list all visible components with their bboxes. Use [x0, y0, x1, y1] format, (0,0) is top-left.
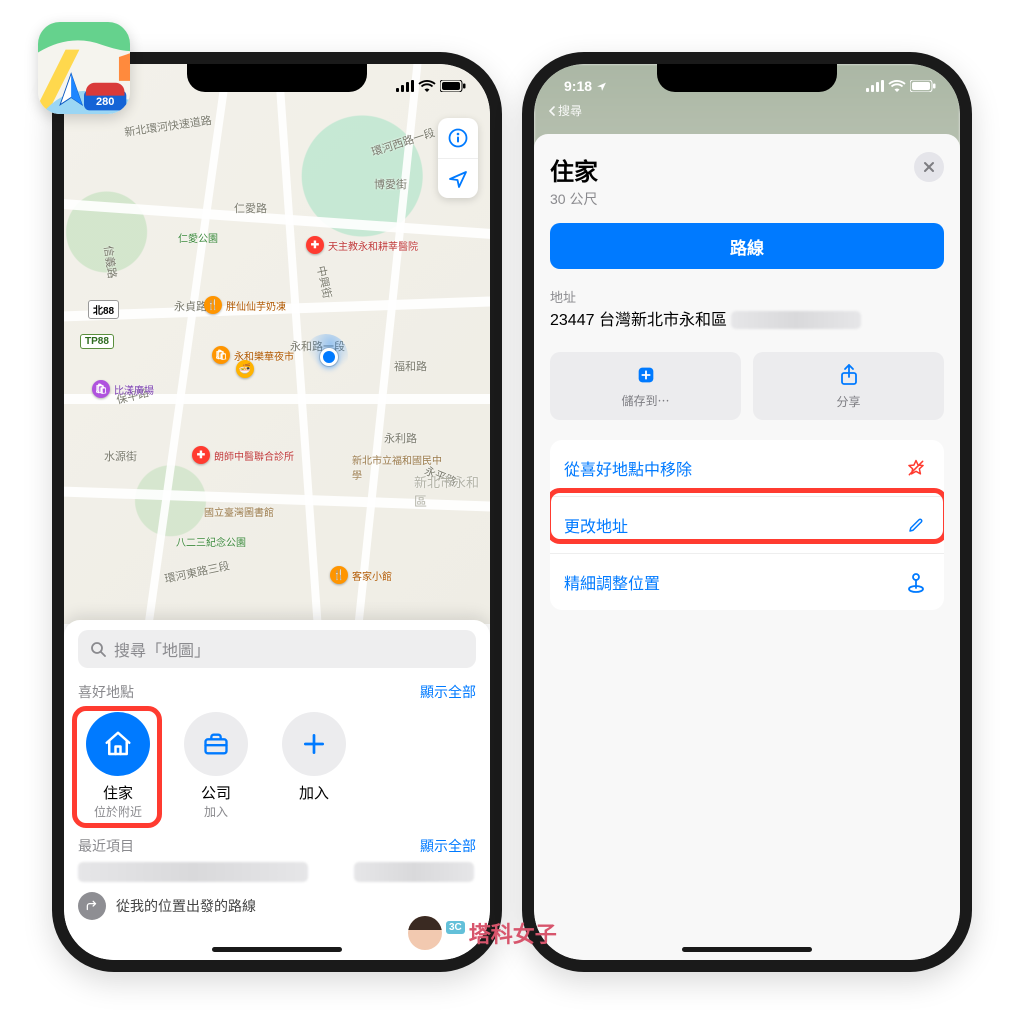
route-badge: TP88 [80, 334, 114, 349]
favorites-header-row: 喜好地點 顯示全部 [78, 682, 476, 702]
save-to-label: 儲存到⋯ [621, 392, 669, 409]
poi-food-icon[interactable]: 🍴 [204, 296, 222, 314]
address-label: 地址 [550, 287, 944, 306]
favorite-subtitle: 加入 [204, 803, 228, 820]
plus-icon [301, 731, 327, 757]
poi-clinic-icon[interactable]: ✚ [192, 446, 210, 464]
watermark-text: 塔科女子 [469, 917, 557, 949]
recents-header: 最近項目 [78, 836, 134, 856]
remove-favorite-label: 從喜好地點中移除 [564, 456, 692, 480]
poi-market-icon[interactable]: 🛍 [212, 346, 230, 364]
poi-mall-icon[interactable]: 🛍 [92, 380, 110, 398]
search-icon [90, 641, 106, 657]
favorite-title: 住家 [103, 782, 133, 803]
home-indicator[interactable] [682, 947, 812, 952]
refine-location-row[interactable]: 精細調整位置 [550, 553, 944, 610]
road-label: 永貞路 [174, 298, 207, 314]
search-placeholder: 搜尋「地圖」 [114, 637, 210, 661]
change-address-label: 更改地址 [564, 513, 628, 537]
close-icon [923, 161, 935, 173]
share-label: 分享 [836, 393, 860, 410]
search-input[interactable]: 搜尋「地圖」 [78, 630, 476, 668]
share-button[interactable]: 分享 [753, 352, 944, 420]
wifi-icon [888, 80, 906, 92]
poi-label: 客家小館 [352, 568, 392, 583]
location-arrow-icon [596, 81, 607, 92]
refine-location-label: 精細調整位置 [564, 570, 660, 594]
battery-icon [440, 80, 466, 92]
redacted-strip [354, 862, 474, 882]
redacted-strip [731, 311, 861, 329]
phone-mockup-right: 9:18 搜尋 住家 30 公尺 [522, 52, 972, 972]
road-label: 環河東路三段 [163, 557, 231, 586]
map-locate-button[interactable] [438, 158, 478, 198]
battery-icon [910, 80, 936, 92]
route-arrow-icon [78, 892, 106, 920]
road-label: 新北環河快速道路 [123, 112, 212, 140]
bottom-sheet[interactable]: 搜尋「地圖」 喜好地點 顯示全部 住家 位於附近 [64, 620, 490, 960]
map-controls [438, 118, 478, 198]
home-indicator[interactable] [212, 947, 342, 952]
home-icon [103, 729, 133, 759]
cellular-icon [396, 80, 414, 92]
poi-label: 朗師中醫聯合診所 [214, 448, 294, 463]
star-slash-icon [902, 454, 930, 482]
share-icon [839, 363, 859, 387]
favorite-subtitle: 位於附近 [94, 803, 142, 820]
poi-label: 比漾廣場 [114, 382, 154, 397]
favorites-show-all-link[interactable]: 顯示全部 [420, 682, 476, 702]
recents-header-row: 最近項目 顯示全部 [78, 836, 476, 856]
favorite-title: 公司 [201, 782, 231, 803]
close-button[interactable] [914, 152, 944, 182]
save-plus-icon [635, 364, 657, 386]
poi-label: 仁愛公園 [178, 230, 218, 245]
poi-label: 國立臺灣圖書館 [204, 504, 274, 519]
directions-label: 路線 [730, 234, 764, 259]
user-location-dot [320, 348, 338, 366]
poi-label: 八二三紀念公園 [176, 534, 246, 549]
apple-maps-app-icon: 280 [38, 22, 130, 114]
change-address-row[interactable]: 更改地址 [550, 496, 944, 553]
pin-move-icon [902, 568, 930, 596]
place-title: 住家 [550, 152, 598, 187]
favorite-title: 加入 [299, 782, 329, 803]
road-label: 博愛街 [374, 176, 407, 192]
road-label: 信義路 [100, 245, 120, 280]
wifi-icon [418, 80, 436, 92]
poi-hospital-icon[interactable]: ✚ [306, 236, 324, 254]
poi-label: 胖仙仙芋奶凍 [226, 298, 286, 313]
cellular-icon [866, 80, 884, 92]
poi-label: 新北市立福和國民中學 [352, 452, 442, 482]
redacted-strip [78, 862, 308, 882]
watermark: 3C 塔科女子 [408, 916, 557, 950]
remove-from-favorites-row[interactable]: 從喜好地點中移除 [550, 440, 944, 496]
svg-text:280: 280 [96, 96, 114, 108]
favorite-work[interactable]: 公司 加入 [176, 712, 256, 820]
place-distance: 30 公尺 [550, 189, 598, 209]
road-label: 永利路 [384, 430, 417, 446]
status-time: 9:18 [564, 78, 592, 94]
favorite-add[interactable]: 加入 [274, 712, 354, 820]
pencil-icon [902, 511, 930, 539]
phone-mockup-left: 新北環河快速道路 仁愛路 博愛街 環河西路一段 永貞路 信義路 中興街 福和路 … [52, 52, 502, 972]
recents-show-all-link[interactable]: 顯示全部 [420, 836, 476, 856]
road-label: 中興街 [313, 264, 336, 300]
briefcase-icon [202, 730, 230, 758]
save-to-button[interactable]: 儲存到⋯ [550, 352, 741, 420]
road-label: 仁愛路 [234, 200, 267, 216]
route-badge: 北88 [88, 300, 119, 319]
favorites-header: 喜好地點 [78, 682, 134, 702]
directions-button[interactable]: 路線 [550, 223, 944, 269]
address-value: 23447 台灣新北市永和區 [550, 306, 727, 330]
place-detail-sheet[interactable]: 住家 30 公尺 路線 地址 23447 台灣新北市永和區 [534, 134, 960, 960]
poi-food-icon[interactable]: 🍴 [330, 566, 348, 584]
poi-food-icon[interactable]: 🍜 [236, 360, 254, 378]
route-from-my-location[interactable]: 從我的位置出發的路線 [116, 896, 256, 916]
road-label: 水源街 [104, 448, 137, 464]
road-label: 福和路 [394, 358, 427, 374]
map-info-button[interactable] [438, 118, 478, 158]
map-canvas[interactable]: 新北環河快速道路 仁愛路 博愛街 環河西路一段 永貞路 信義路 中興街 福和路 … [64, 64, 490, 624]
poi-label: 天主教永和耕莘醫院 [328, 238, 418, 253]
favorite-home[interactable]: 住家 位於附近 [78, 712, 158, 820]
